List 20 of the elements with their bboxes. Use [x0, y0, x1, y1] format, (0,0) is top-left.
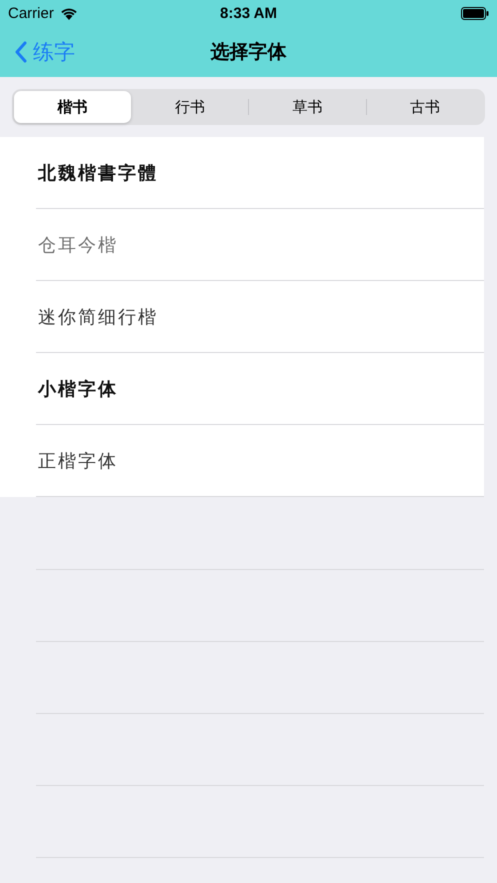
font-name: 正楷字体 — [38, 450, 118, 472]
wifi-icon — [60, 6, 78, 20]
font-name: 小楷字体 — [38, 378, 118, 400]
battery-icon — [461, 6, 489, 20]
segment-tab[interactable]: 楷书 — [14, 91, 130, 123]
chevron-left-icon — [14, 40, 27, 62]
font-name: 仓耳今楷 — [38, 234, 118, 256]
carrier-label: Carrier — [8, 4, 54, 22]
font-row[interactable]: 仓耳今楷 — [0, 209, 484, 281]
font-row[interactable]: 小楷字体 — [0, 353, 484, 425]
clock-time: 8:33 AM — [220, 4, 277, 22]
screen-title: 选择字体 — [210, 40, 286, 64]
segment-tab[interactable]: 行书 — [132, 91, 248, 123]
font-name: 迷你简细行楷 — [38, 306, 158, 328]
font-row[interactable]: 正楷字体 — [0, 425, 484, 497]
font-row[interactable]: 北魏楷書字體 — [0, 137, 484, 209]
font-name: 北魏楷書字體 — [38, 162, 158, 184]
segment-tab[interactable]: 草书 — [249, 91, 366, 123]
font-row[interactable]: 迷你简细行楷 — [0, 281, 484, 353]
segment-tab[interactable]: 古书 — [366, 91, 483, 123]
